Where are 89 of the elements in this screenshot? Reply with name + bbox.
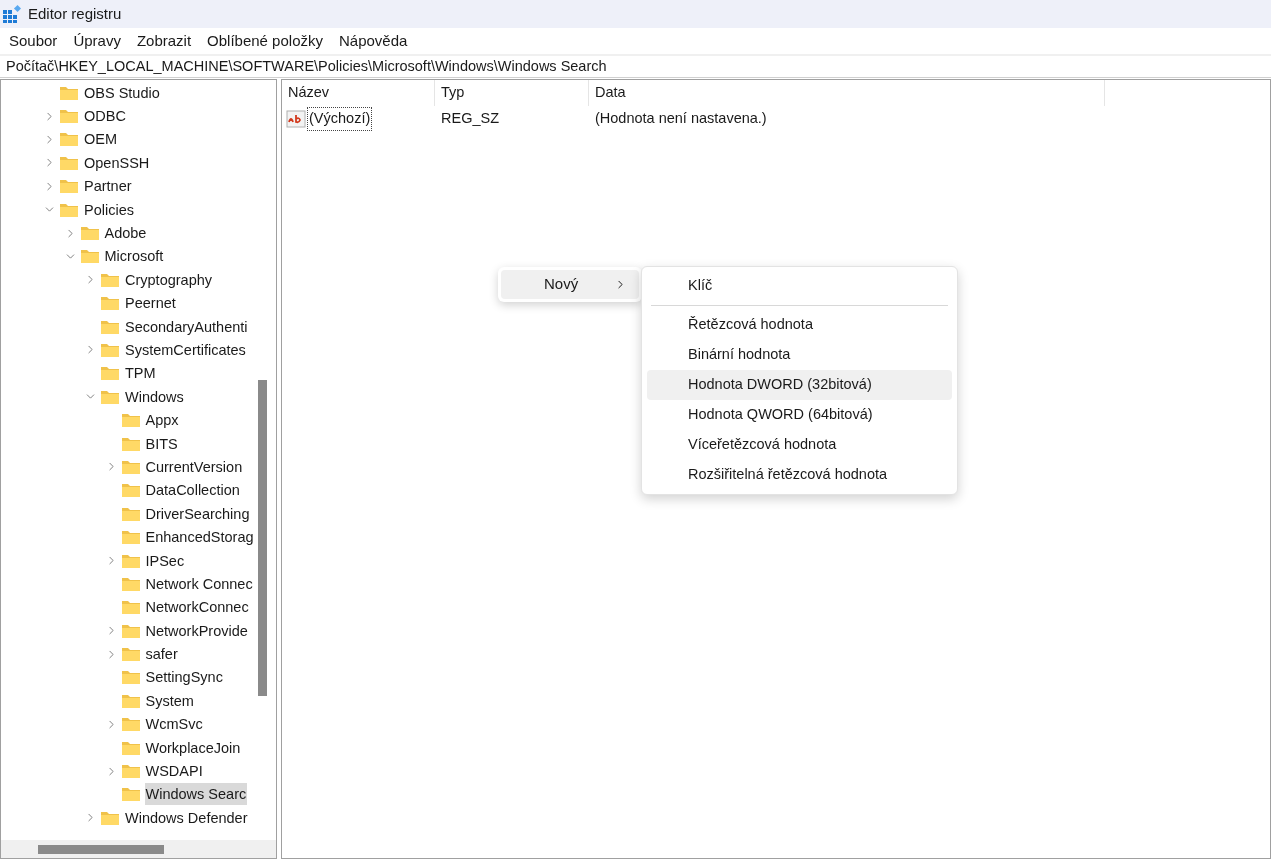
tree-item[interactable]: OBS Studio	[83, 81, 161, 104]
folder-icon	[59, 131, 79, 148]
submenu-item[interactable]: Hodnota QWORD (64bitová)	[647, 400, 952, 430]
tree-item[interactable]: DriverSearching	[144, 502, 251, 525]
folder-icon	[120, 669, 141, 686]
submenu-item[interactable]: Hodnota DWORD (32bitová)	[647, 370, 952, 400]
folder-icon	[120, 599, 141, 616]
tree-item[interactable]: Cryptography	[124, 268, 214, 291]
tree-item[interactable]: WcmSvc	[144, 713, 204, 736]
folder-icon	[100, 295, 120, 312]
horizontal-scrollbar-thumb[interactable]	[38, 844, 164, 854]
tree-item[interactable]: SystemCertificates	[124, 339, 247, 361]
vertical-scrollbar-thumb[interactable]	[258, 380, 267, 696]
tree-item[interactable]: WorkplaceJoin	[144, 736, 242, 759]
tree-item[interactable]: SecondaryAuthenti	[124, 315, 249, 338]
folder-icon	[120, 529, 141, 546]
folder-icon	[100, 809, 120, 826]
folder-icon	[120, 646, 141, 663]
folder-icon	[120, 763, 141, 779]
address-bar[interactable]: Počítač\HKEY_LOCAL_MACHINE\SOFTWARE\Policies\Microsoft\Windows\Windows Search	[0, 56, 1271, 78]
folder-icon	[120, 505, 141, 522]
tree-item[interactable]: Windows Searc	[144, 783, 248, 806]
value-name-cell[interactable]: (Výchozí)	[307, 107, 373, 131]
folder-icon	[79, 248, 100, 265]
folder-icon	[120, 435, 141, 452]
tree-item[interactable]: System	[144, 689, 195, 712]
folder-icon	[120, 575, 141, 592]
folder-icon	[120, 692, 141, 709]
submenu-item[interactable]: Řetězcová hodnota	[647, 310, 952, 340]
folder-icon	[120, 552, 141, 569]
menu-item[interactable]: Soubor	[1, 29, 66, 53]
folder-icon	[79, 225, 100, 242]
folder-icon	[120, 482, 141, 499]
menu-item[interactable]: Nový	[501, 270, 639, 299]
folder-icon	[120, 412, 141, 429]
folder-icon	[100, 342, 120, 358]
folder-icon	[100, 271, 120, 288]
folder-icon	[59, 84, 79, 101]
submenu-item[interactable]: Víceřetězcová hodnota	[647, 430, 952, 460]
folder-icon	[120, 786, 141, 803]
folder-icon	[100, 365, 120, 382]
menu-item[interactable]: Nápověda	[331, 29, 416, 53]
tree-item[interactable]: SettingSync	[144, 666, 224, 689]
tree-item[interactable]: Peernet	[124, 292, 177, 315]
tree-item[interactable]: CurrentVersion	[144, 455, 244, 478]
tree-item[interactable]: Microsoft	[103, 245, 165, 268]
folder-icon	[120, 739, 141, 756]
tree-item[interactable]: DataCollection	[144, 479, 241, 502]
registry-app-icon	[2, 4, 22, 24]
tree-item[interactable]: Windows Defender	[124, 806, 249, 829]
tree-item[interactable]: TPM	[124, 362, 157, 385]
folder-icon	[120, 458, 141, 475]
tree-item[interactable]: Policies	[83, 198, 135, 221]
tree-item[interactable]: Network Connec	[144, 572, 254, 595]
tree-item[interactable]: Appx	[144, 409, 180, 432]
column-header[interactable]: Název	[282, 80, 435, 106]
tree-item[interactable]: Windows	[124, 385, 185, 408]
tree-item[interactable]: Partner	[83, 175, 133, 198]
folder-icon	[59, 108, 79, 125]
tree-item[interactable]: WSDAPI	[144, 760, 204, 782]
folder-icon	[120, 622, 141, 639]
folder-icon	[59, 201, 79, 218]
menu-item[interactable]: Zobrazit	[128, 29, 200, 53]
tree-item[interactable]: Adobe	[103, 222, 148, 245]
folder-icon	[59, 178, 79, 195]
menu-item[interactable]: Oblíbené položky	[199, 29, 331, 53]
tree-item[interactable]: OEM	[83, 128, 119, 151]
tree-item[interactable]: BITS	[144, 432, 179, 455]
tree-item[interactable]: ODBC	[83, 105, 127, 128]
folder-icon	[100, 388, 120, 405]
value-type-cell-text: REG_SZ	[440, 109, 500, 129]
window-title: Editor registru	[28, 3, 122, 24]
folder-icon	[120, 716, 141, 733]
value-data-cell-text: (Hodnota není nastavena.)	[594, 109, 767, 129]
submenu-item[interactable]: Rozšiřitelná řetězcová hodnota	[647, 460, 952, 490]
tree-item[interactable]: IPSec	[144, 549, 186, 572]
tree-item[interactable]: OpenSSH	[83, 151, 151, 174]
tree-item[interactable]: safer	[144, 643, 179, 666]
folder-icon	[59, 154, 79, 171]
folder-icon	[100, 318, 120, 335]
tree-item[interactable]: NetworkProvide	[144, 619, 249, 642]
submenu-item[interactable]: Binární hodnota	[647, 340, 952, 370]
submenu-item[interactable]: Klíč	[647, 271, 952, 301]
string-value-icon	[286, 110, 306, 128]
column-header[interactable]: Data	[589, 80, 1105, 106]
tree-item[interactable]: EnhancedStorag	[144, 526, 255, 549]
tree-item[interactable]: NetworkConnec	[144, 596, 250, 619]
column-header[interactable]: Typ	[435, 80, 589, 106]
menu-item[interactable]: Úpravy	[65, 29, 129, 53]
